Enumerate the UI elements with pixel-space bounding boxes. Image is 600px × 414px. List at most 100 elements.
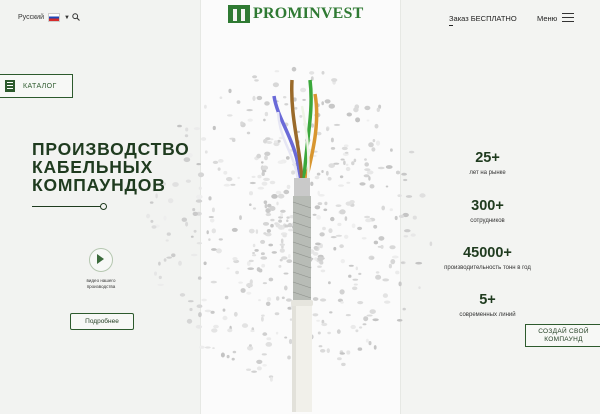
catalog-label: КАТАЛОГ <box>23 82 57 90</box>
granule <box>184 134 189 138</box>
granule <box>222 308 226 312</box>
granule <box>236 100 241 104</box>
granule <box>364 215 371 219</box>
granule <box>339 352 345 355</box>
granule <box>335 234 343 237</box>
granule <box>398 281 402 287</box>
granule <box>251 370 257 373</box>
granule <box>397 194 402 198</box>
granule <box>240 288 246 293</box>
granule <box>329 311 333 314</box>
granule <box>190 253 198 257</box>
language-selector[interactable]: Русский ▼ <box>18 13 70 22</box>
free-order-link[interactable]: Заказ БЕСПЛАТНО <box>449 14 517 26</box>
hamburger-menu-icon[interactable] <box>562 13 574 22</box>
granule <box>204 104 207 109</box>
granule <box>375 274 382 280</box>
granule <box>355 117 361 123</box>
granule <box>365 218 372 223</box>
granule <box>252 243 256 248</box>
granule <box>353 158 357 163</box>
granule <box>331 78 338 82</box>
granule <box>405 195 413 198</box>
granule <box>163 258 167 262</box>
more-button[interactable]: Подробнее <box>70 313 134 330</box>
granule <box>215 248 222 254</box>
granule <box>248 344 252 347</box>
granule <box>364 162 369 167</box>
granule <box>357 301 364 305</box>
granule <box>404 229 411 233</box>
stat-value: 45000+ <box>463 245 512 261</box>
granule <box>171 253 176 258</box>
granule <box>337 357 342 361</box>
granule <box>248 259 254 263</box>
granule <box>246 282 253 288</box>
granule <box>185 221 189 227</box>
granule <box>408 150 415 154</box>
granule <box>211 228 216 234</box>
granule <box>211 328 218 333</box>
granule <box>217 167 221 171</box>
granule <box>378 236 385 241</box>
granule <box>372 318 379 322</box>
granule <box>212 125 216 131</box>
logo[interactable]: PROMINVEST <box>228 5 363 23</box>
granule <box>352 286 358 291</box>
catalog-icon <box>5 80 15 92</box>
granule <box>189 307 193 312</box>
granule <box>376 107 380 112</box>
granule <box>165 239 169 242</box>
granule <box>239 215 242 221</box>
granule <box>199 345 205 349</box>
create-compound-button[interactable]: СОЗДАЙ СВОЙ КОМПАУНД <box>525 324 600 347</box>
granule <box>338 184 344 187</box>
granule <box>341 146 348 151</box>
granule <box>349 200 355 204</box>
granule <box>395 170 401 175</box>
play-icon[interactable] <box>97 254 104 264</box>
stat-label: лет на рынке <box>469 170 506 176</box>
granule <box>150 219 154 223</box>
granule <box>168 198 174 204</box>
granule <box>353 283 358 286</box>
granule <box>233 311 238 317</box>
granule <box>237 176 240 180</box>
search-icon[interactable] <box>72 13 80 21</box>
granule <box>380 244 384 249</box>
cable-image <box>272 79 319 412</box>
granule <box>327 177 332 181</box>
granule <box>252 254 257 257</box>
create-compound-line: КОМПАУНД <box>544 335 583 343</box>
granule <box>211 248 217 251</box>
granule <box>192 211 198 216</box>
granule <box>412 215 417 220</box>
granule <box>223 183 231 187</box>
granule <box>224 295 229 300</box>
granule <box>328 281 331 285</box>
granule <box>330 147 336 150</box>
granule <box>238 281 243 284</box>
granule <box>204 309 212 313</box>
granule <box>227 328 233 333</box>
granule <box>246 368 252 371</box>
title-line: КАБЕЛЬНЫХ <box>32 157 154 177</box>
granule <box>368 142 374 148</box>
granule <box>203 261 207 266</box>
catalog-button[interactable]: КАТАЛОГ <box>0 74 73 98</box>
granule <box>394 215 398 221</box>
granule <box>374 123 379 129</box>
granule <box>336 329 341 334</box>
granule <box>250 329 255 333</box>
granule <box>343 160 346 166</box>
menu-label[interactable]: Меню <box>537 14 557 23</box>
granule <box>246 131 251 135</box>
title-line: КОМПАУНДОВ <box>32 175 166 195</box>
granule <box>246 291 252 295</box>
granule <box>355 266 358 271</box>
granule <box>419 193 426 198</box>
granule <box>328 103 335 109</box>
granule <box>178 260 182 266</box>
granule <box>247 118 253 122</box>
granule <box>166 256 173 259</box>
